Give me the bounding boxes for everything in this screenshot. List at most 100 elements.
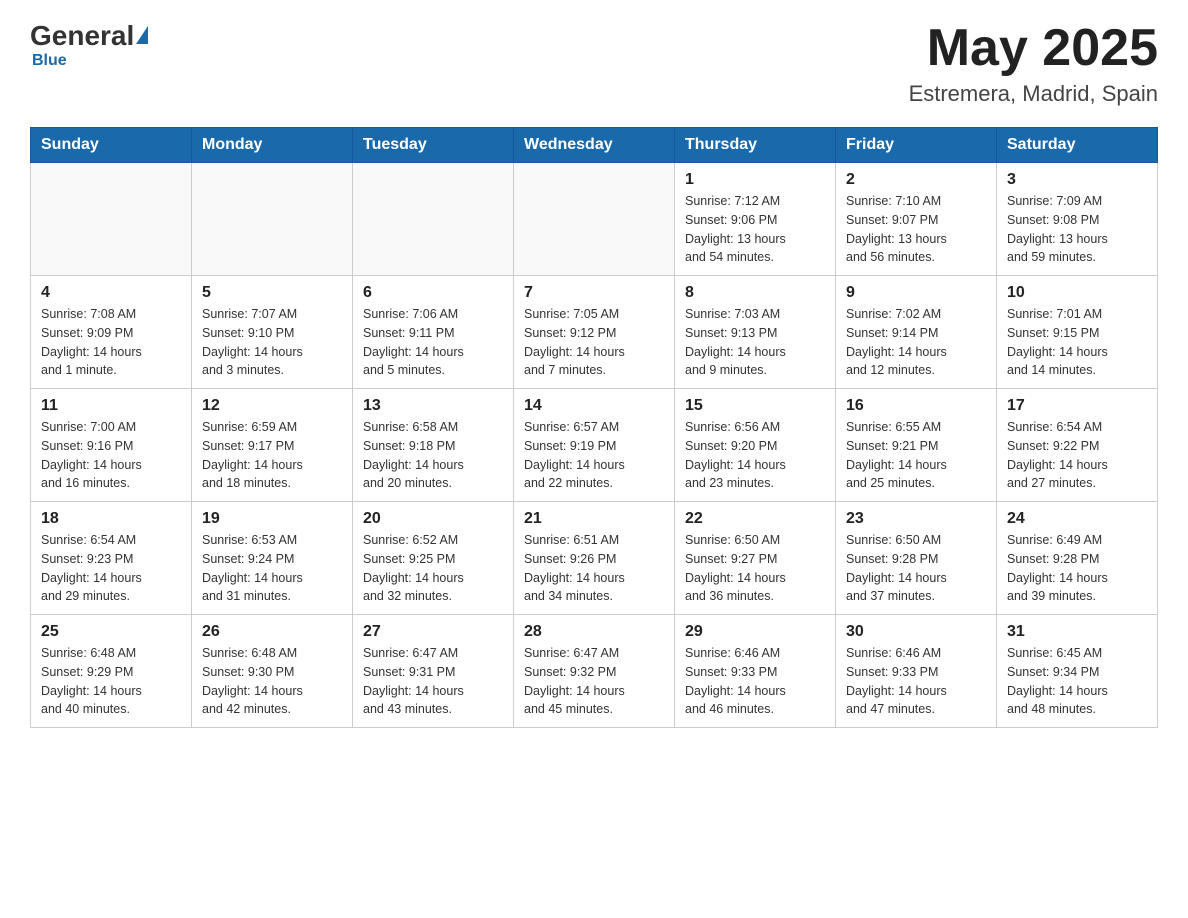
day-info: Sunrise: 6:48 AMSunset: 9:29 PMDaylight:… [41, 644, 181, 719]
calendar-day-cell: 4 Sunrise: 7:08 AMSunset: 9:09 PMDaylight… [31, 276, 192, 389]
calendar-header-row: SundayMondayTuesdayWednesdayThursdayFrid… [31, 128, 1158, 163]
day-number: 11 [41, 397, 181, 415]
day-info: Sunrise: 7:06 AMSunset: 9:11 PMDaylight:… [363, 305, 503, 380]
day-number: 8 [685, 284, 825, 302]
calendar-day-cell: 17 Sunrise: 6:54 AMSunset: 9:22 PMDayligh… [997, 389, 1158, 502]
day-of-week-header: Wednesday [514, 128, 675, 163]
calendar-week-row: 18 Sunrise: 6:54 AMSunset: 9:23 PMDayligh… [31, 502, 1158, 615]
calendar-day-cell: 1Sunrise: 7:12 AMSunset: 9:06 PMDaylight… [675, 163, 836, 276]
location-label: Estremera, Madrid, Spain [909, 81, 1158, 107]
day-number: 10 [1007, 284, 1147, 302]
day-of-week-header: Tuesday [353, 128, 514, 163]
calendar-day-cell: 19 Sunrise: 6:53 AMSunset: 9:24 PMDayligh… [192, 502, 353, 615]
day-info: Sunrise: 6:55 AMSunset: 9:21 PMDaylight:… [846, 418, 986, 493]
calendar-day-cell: 26Sunrise: 6:48 AMSunset: 9:30 PMDayligh… [192, 615, 353, 728]
calendar-day-cell: 5Sunrise: 7:07 AMSunset: 9:10 PMDaylight… [192, 276, 353, 389]
day-of-week-header: Saturday [997, 128, 1158, 163]
calendar-day-cell: 23 Sunrise: 6:50 AMSunset: 9:28 PMDayligh… [836, 502, 997, 615]
page-header: General Blue May 2025 Estremera, Madrid,… [30, 20, 1158, 107]
calendar-day-cell: 24Sunrise: 6:49 AMSunset: 9:28 PMDayligh… [997, 502, 1158, 615]
day-number: 17 [1007, 397, 1147, 415]
day-number: 31 [1007, 623, 1147, 641]
day-info: Sunrise: 6:58 AMSunset: 9:18 PMDaylight:… [363, 418, 503, 493]
calendar-day-cell [353, 163, 514, 276]
day-number: 5 [202, 284, 342, 302]
day-number: 14 [524, 397, 664, 415]
day-info: Sunrise: 6:57 AMSunset: 9:19 PMDaylight:… [524, 418, 664, 493]
calendar-day-cell: 29 Sunrise: 6:46 AMSunset: 9:33 PMDayligh… [675, 615, 836, 728]
day-number: 15 [685, 397, 825, 415]
calendar-week-row: 11 Sunrise: 7:00 AMSunset: 9:16 PMDayligh… [31, 389, 1158, 502]
day-info: Sunrise: 6:54 AMSunset: 9:23 PMDaylight:… [41, 531, 181, 606]
calendar-day-cell: 10 Sunrise: 7:01 AMSunset: 9:15 PMDayligh… [997, 276, 1158, 389]
day-number: 13 [363, 397, 503, 415]
calendar-day-cell: 31 Sunrise: 6:45 AMSunset: 9:34 PMDayligh… [997, 615, 1158, 728]
day-number: 3 [1007, 171, 1147, 189]
calendar-day-cell: 3 Sunrise: 7:09 AMSunset: 9:08 PMDaylight… [997, 163, 1158, 276]
day-info: Sunrise: 7:08 AMSunset: 9:09 PMDaylight:… [41, 305, 181, 380]
day-number: 20 [363, 510, 503, 528]
day-number: 23 [846, 510, 986, 528]
calendar-week-row: 1Sunrise: 7:12 AMSunset: 9:06 PMDaylight… [31, 163, 1158, 276]
day-info: Sunrise: 7:03 AMSunset: 9:13 PMDaylight:… [685, 305, 825, 380]
calendar-day-cell: 28Sunrise: 6:47 AMSunset: 9:32 PMDayligh… [514, 615, 675, 728]
day-info: Sunrise: 7:02 AMSunset: 9:14 PMDaylight:… [846, 305, 986, 380]
calendar-day-cell: 15 Sunrise: 6:56 AMSunset: 9:20 PMDayligh… [675, 389, 836, 502]
calendar-day-cell: 7Sunrise: 7:05 AMSunset: 9:12 PMDaylight… [514, 276, 675, 389]
calendar-day-cell: 11 Sunrise: 7:00 AMSunset: 9:16 PMDayligh… [31, 389, 192, 502]
calendar-day-cell: 8 Sunrise: 7:03 AMSunset: 9:13 PMDaylight… [675, 276, 836, 389]
day-number: 6 [363, 284, 503, 302]
day-number: 30 [846, 623, 986, 641]
day-info: Sunrise: 7:12 AMSunset: 9:06 PMDaylight:… [685, 192, 825, 267]
day-number: 22 [685, 510, 825, 528]
calendar-day-cell: 18 Sunrise: 6:54 AMSunset: 9:23 PMDayligh… [31, 502, 192, 615]
calendar-day-cell: 21Sunrise: 6:51 AMSunset: 9:26 PMDayligh… [514, 502, 675, 615]
day-number: 21 [524, 510, 664, 528]
day-number: 16 [846, 397, 986, 415]
calendar-day-cell: 2 Sunrise: 7:10 AMSunset: 9:07 PMDaylight… [836, 163, 997, 276]
day-info: Sunrise: 6:48 AMSunset: 9:30 PMDaylight:… [202, 644, 342, 719]
day-info: Sunrise: 6:50 AMSunset: 9:28 PMDaylight:… [846, 531, 986, 606]
logo: General Blue [30, 20, 148, 70]
day-number: 19 [202, 510, 342, 528]
day-of-week-header: Friday [836, 128, 997, 163]
day-info: Sunrise: 7:10 AMSunset: 9:07 PMDaylight:… [846, 192, 986, 267]
day-number: 4 [41, 284, 181, 302]
day-of-week-header: Thursday [675, 128, 836, 163]
day-number: 9 [846, 284, 986, 302]
day-info: Sunrise: 6:46 AMSunset: 9:33 PMDaylight:… [846, 644, 986, 719]
calendar-day-cell: 27 Sunrise: 6:47 AMSunset: 9:31 PMDayligh… [353, 615, 514, 728]
day-number: 18 [41, 510, 181, 528]
day-info: Sunrise: 6:54 AMSunset: 9:22 PMDaylight:… [1007, 418, 1147, 493]
day-number: 12 [202, 397, 342, 415]
day-number: 29 [685, 623, 825, 641]
day-info: Sunrise: 6:47 AMSunset: 9:31 PMDaylight:… [363, 644, 503, 719]
calendar-week-row: 25Sunrise: 6:48 AMSunset: 9:29 PMDayligh… [31, 615, 1158, 728]
day-info: Sunrise: 6:56 AMSunset: 9:20 PMDaylight:… [685, 418, 825, 493]
day-number: 7 [524, 284, 664, 302]
logo-general-text: General [30, 20, 134, 52]
day-info: Sunrise: 7:00 AMSunset: 9:16 PMDaylight:… [41, 418, 181, 493]
day-info: Sunrise: 7:09 AMSunset: 9:08 PMDaylight:… [1007, 192, 1147, 267]
calendar-day-cell: 6 Sunrise: 7:06 AMSunset: 9:11 PMDaylight… [353, 276, 514, 389]
day-info: Sunrise: 6:53 AMSunset: 9:24 PMDaylight:… [202, 531, 342, 606]
day-number: 2 [846, 171, 986, 189]
calendar-day-cell: 12 Sunrise: 6:59 AMSunset: 9:17 PMDayligh… [192, 389, 353, 502]
calendar-day-cell [192, 163, 353, 276]
calendar-day-cell [514, 163, 675, 276]
day-info: Sunrise: 6:59 AMSunset: 9:17 PMDaylight:… [202, 418, 342, 493]
logo-blue-text: Blue [32, 52, 67, 70]
day-number: 24 [1007, 510, 1147, 528]
day-of-week-header: Sunday [31, 128, 192, 163]
calendar-day-cell: 30 Sunrise: 6:46 AMSunset: 9:33 PMDayligh… [836, 615, 997, 728]
calendar-day-cell: 22Sunrise: 6:50 AMSunset: 9:27 PMDayligh… [675, 502, 836, 615]
day-number: 27 [363, 623, 503, 641]
logo-triangle-icon [136, 26, 148, 44]
day-info: Sunrise: 7:01 AMSunset: 9:15 PMDaylight:… [1007, 305, 1147, 380]
month-title: May 2025 [909, 20, 1158, 77]
day-info: Sunrise: 6:46 AMSunset: 9:33 PMDaylight:… [685, 644, 825, 719]
calendar-day-cell: 16 Sunrise: 6:55 AMSunset: 9:21 PMDayligh… [836, 389, 997, 502]
calendar-day-cell: 25Sunrise: 6:48 AMSunset: 9:29 PMDayligh… [31, 615, 192, 728]
day-number: 28 [524, 623, 664, 641]
day-info: Sunrise: 6:45 AMSunset: 9:34 PMDaylight:… [1007, 644, 1147, 719]
